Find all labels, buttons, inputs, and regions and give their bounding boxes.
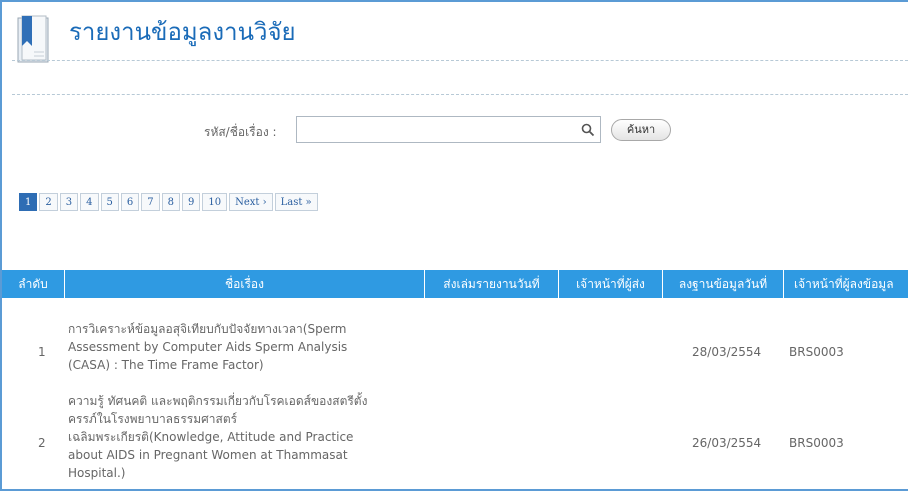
row-number: 2 (38, 436, 46, 450)
page-link-4[interactable]: 4 (80, 193, 99, 211)
page-title: รายงานข้อมูลงานวิจัย (69, 18, 296, 46)
row-db-staff: BRS0003 (789, 345, 844, 359)
column-header-no[interactable]: ลำดับ (2, 270, 65, 298)
table-row[interactable]: 2 ความรู้ ทัศนคติ และพฤติกรรมเกี่ยวกับโร… (2, 376, 908, 489)
page-link-2[interactable]: 2 (39, 193, 58, 211)
column-header-db-staff[interactable]: เจ้าหน้าที่ผู้ลงข้อมูล (784, 270, 908, 298)
search-button[interactable]: ค้นหา (611, 119, 671, 141)
column-header-title[interactable]: ชื่อเรื่อง (65, 270, 425, 298)
search-input[interactable] (296, 116, 601, 143)
column-header-submitter[interactable]: เจ้าหน้าที่ผู้ส่ง (559, 270, 663, 298)
row-db-staff: BRS0003 (789, 436, 844, 450)
row-title-line: การวิเคราะห์ข้อมูลอสุจิเทียบกับปัจจัยทาง… (68, 322, 347, 336)
table-row[interactable]: 1 การวิเคราะห์ข้อมูลอสุจิเทียบกับปัจจัยท… (2, 304, 908, 376)
row-title-line: ความรู้ ทัศนคติ และพฤติกรรมเกี่ยวกับโรคเ… (68, 394, 368, 408)
page-link-9[interactable]: 9 (182, 193, 201, 211)
page-link-3[interactable]: 3 (59, 193, 79, 211)
column-header-submit-date[interactable]: ส่งเล่มรายงานวันที่ (425, 270, 559, 298)
search-label: รหัส/ชื่อเรื่อง : (204, 125, 277, 139)
table-header: ลำดับ ชื่อเรื่อง ส่งเล่มรายงานวันที่ เจ้… (2, 270, 908, 298)
next-page-link[interactable]: Next › (229, 193, 273, 211)
page-link-5[interactable]: 5 (100, 193, 119, 211)
last-page-link[interactable]: Last » (274, 193, 318, 211)
page-link-1[interactable]: 1 (19, 193, 38, 211)
row-title[interactable]: ความรู้ ทัศนคติ และพฤติกรรมเกี่ยวกับโรคเ… (68, 392, 433, 482)
page-link-6[interactable]: 6 (120, 193, 140, 211)
row-db-date: 28/03/2554 (692, 345, 762, 359)
row-title-line: about AIDS in Pregnant Women at Thammasa… (68, 448, 348, 462)
page-link-7[interactable]: 7 (141, 193, 160, 211)
divider (12, 94, 908, 95)
row-title-line: เฉลิมพระเกียรติ(Knowledge, Attitude and … (68, 430, 354, 444)
page-link-8[interactable]: 8 (161, 193, 180, 211)
pagination: 1 2 3 4 5 6 7 8 9 10 Next › Last » (19, 193, 318, 211)
content-frame: รายงานข้อมูลงานวิจัย รหัส/ชื่อเรื่อง : ค… (0, 0, 908, 491)
row-title-line: Assessment by Computer Aids Sperm Analys… (68, 340, 348, 354)
column-header-db-date[interactable]: ลงฐานข้อมูลวันที่ (663, 270, 784, 298)
row-title-line: (CASA) : The Time Frame Factor) (68, 358, 264, 372)
row-title-line: Hospital.) (68, 466, 126, 480)
row-db-date: 26/03/2554 (692, 436, 762, 450)
page-link-10[interactable]: 10 (202, 193, 228, 211)
row-title[interactable]: การวิเคราะห์ข้อมูลอสุจิเทียบกับปัจจัยทาง… (68, 320, 433, 374)
row-title-line: ครรภ์ในโรงพยาบาลธรรมศาสตร์ (68, 412, 238, 426)
report-book-icon (17, 15, 49, 63)
search-icon[interactable] (581, 123, 595, 137)
row-number: 1 (38, 345, 46, 359)
divider (12, 60, 908, 61)
